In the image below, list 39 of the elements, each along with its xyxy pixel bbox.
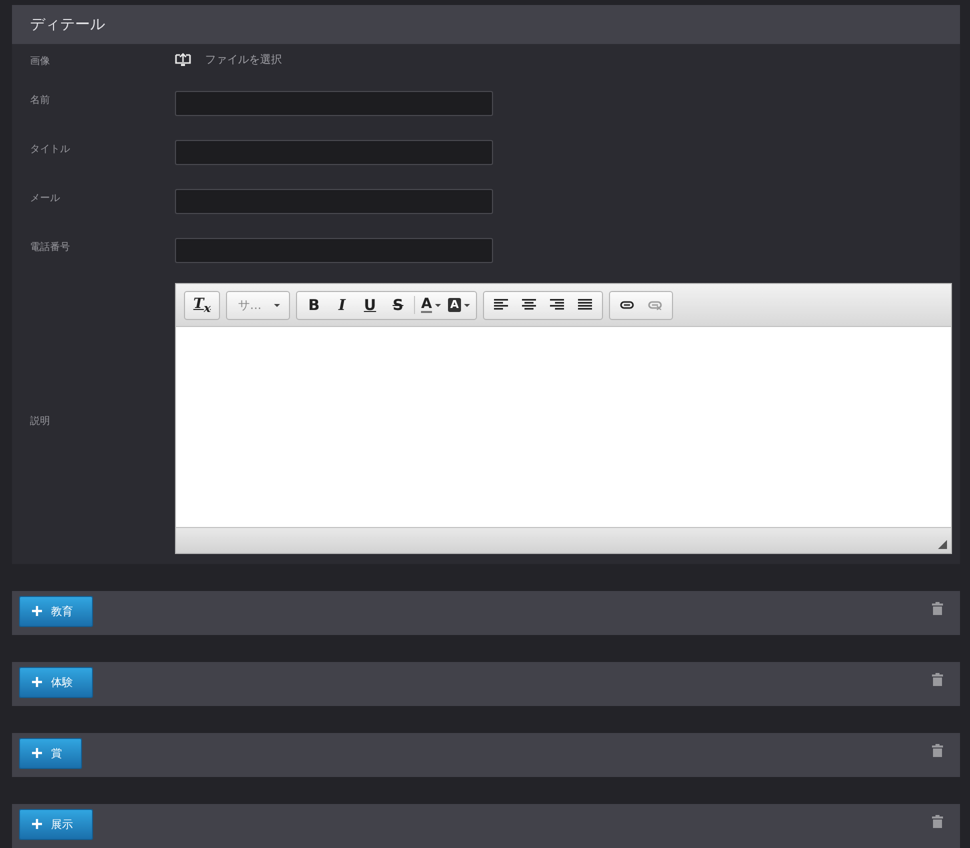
italic-button[interactable]: I	[328, 292, 356, 318]
add-button[interactable]: 展示	[19, 808, 93, 840]
input-field[interactable]	[175, 140, 493, 165]
trash-icon[interactable]	[932, 602, 943, 615]
clear-button[interactable]: T$_{x}$	[188, 292, 216, 318]
align-center-icon	[522, 299, 536, 311]
strike-button[interactable]: S	[384, 292, 412, 318]
input-field[interactable]	[175, 189, 493, 214]
upload-icon	[175, 52, 191, 66]
field-label: 画像	[30, 55, 51, 68]
link-icon	[620, 300, 634, 310]
unlink-icon	[648, 300, 662, 310]
add-button[interactable]: 教育	[19, 596, 93, 626]
field-label: 名前	[30, 94, 51, 107]
trash-icon[interactable]	[932, 673, 943, 686]
add-button[interactable]: 体験	[19, 666, 93, 698]
field-label: 電話番号	[30, 240, 71, 254]
plus-icon	[32, 819, 42, 829]
add-button[interactable]: 賞	[19, 738, 82, 768]
align-right-icon	[550, 299, 564, 311]
plus-icon	[32, 677, 42, 687]
bgcolor-button[interactable]: A	[445, 292, 473, 318]
field-label: メール	[30, 192, 61, 205]
resize-handle-icon[interactable]	[938, 540, 947, 549]
trash-icon[interactable]	[932, 744, 943, 757]
file-select-button[interactable]: ファイルを選択	[175, 50, 282, 67]
underline-button[interactable]: U	[356, 292, 384, 318]
input-field[interactable]	[175, 238, 493, 263]
field-label: タイトル	[30, 143, 71, 156]
input-field[interactable]	[175, 91, 493, 116]
plus-icon	[32, 748, 42, 758]
bold-button[interactable]: B	[300, 292, 328, 318]
panel-title: ディテール	[30, 15, 105, 34]
textcolor-button[interactable]: A	[417, 292, 445, 318]
plus-icon	[32, 606, 42, 616]
justify-icon	[578, 299, 592, 311]
field-label: 説明	[30, 414, 51, 428]
trash-icon[interactable]	[932, 815, 943, 828]
align-left-icon	[494, 299, 508, 311]
